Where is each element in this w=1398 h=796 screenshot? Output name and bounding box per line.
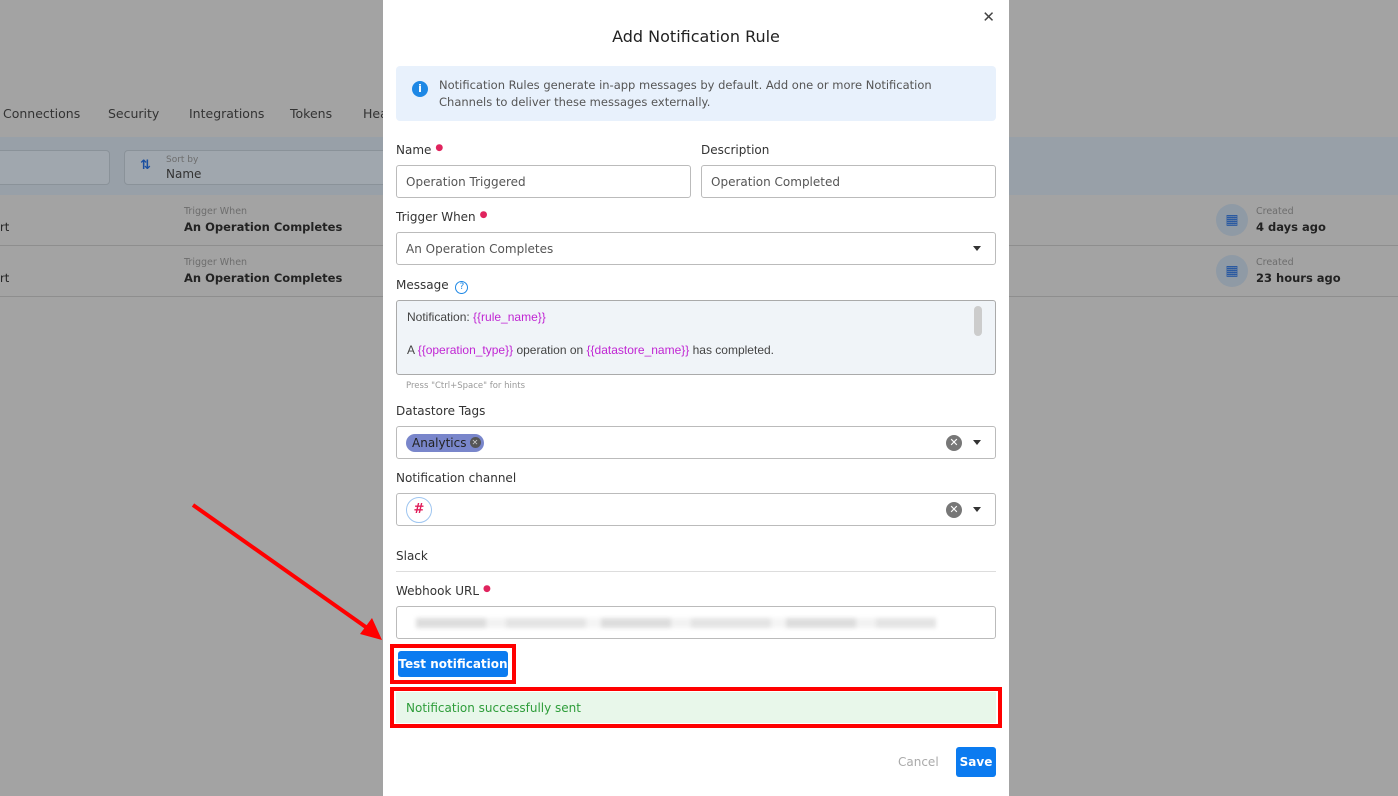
trigger-value: An Operation Completes <box>184 220 343 234</box>
created-value: 23 hours ago <box>1256 271 1341 285</box>
row-name: rt <box>0 271 10 285</box>
sort-az-icon: ⇅ <box>140 158 151 173</box>
calendar-icon: ▦ <box>1216 204 1248 236</box>
chevron-down-icon <box>973 507 981 512</box>
close-icon[interactable]: ✕ <box>982 8 995 26</box>
channel-select[interactable]: # ✕ <box>396 493 996 526</box>
scrollbar[interactable] <box>974 306 982 336</box>
name-label: Name ● <box>396 143 444 157</box>
created-label: Created <box>1256 206 1294 217</box>
tags-select[interactable]: Analytics ✕ ✕ <box>396 426 996 459</box>
tags-label: Datastore Tags <box>396 404 486 418</box>
name-input[interactable]: Operation Triggered <box>396 165 691 198</box>
info-text: Notification Rules generate in-app messa… <box>439 78 932 109</box>
tab-security[interactable]: Security <box>108 106 159 121</box>
message-editor[interactable]: Notification: {{rule_name}} A {{operatio… <box>396 300 996 375</box>
cancel-button[interactable]: Cancel <box>898 755 939 769</box>
trigger-value: An Operation Completes <box>184 271 343 285</box>
success-alert: Notification successfully sent <box>396 692 996 723</box>
slack-icon: # <box>406 496 432 523</box>
help-icon[interactable]: ? <box>455 281 469 294</box>
description-label: Description <box>701 143 770 157</box>
row-name: rt <box>0 220 10 234</box>
save-button[interactable]: Save <box>956 747 996 777</box>
trigger-label: Trigger When <box>184 257 248 268</box>
slack-heading: Slack <box>396 549 428 563</box>
sort-label: Sort by <box>166 155 199 165</box>
message-label: Message ? <box>396 278 469 294</box>
created-label: Created <box>1256 257 1294 268</box>
info-icon: i <box>412 81 428 97</box>
description-input[interactable]: Operation Completed <box>701 165 996 198</box>
dialog-title: Add Notification Rule <box>612 27 780 46</box>
trigger-label: Trigger When ● <box>396 210 488 224</box>
trigger-select[interactable]: An Operation Completes <box>396 232 996 265</box>
sort-select[interactable]: ⇅ Sort by Name <box>124 150 394 185</box>
webhook-label: Webhook URL ● <box>396 584 491 598</box>
clear-icon[interactable]: ✕ <box>946 435 962 451</box>
search-input[interactable] <box>0 150 110 185</box>
test-notification-button[interactable]: Test notification <box>398 651 508 677</box>
clear-icon[interactable]: ✕ <box>946 502 962 518</box>
sort-value: Name <box>166 167 202 181</box>
calendar-icon: ▦ <box>1216 255 1248 287</box>
hint-text: Press "Ctrl+Space" for hints <box>406 381 526 391</box>
tab-connections[interactable]: Connections <box>3 106 80 121</box>
chevron-down-icon <box>973 246 981 251</box>
blurred-url <box>416 617 936 628</box>
divider <box>396 571 996 572</box>
trigger-label: Trigger When <box>184 206 248 217</box>
tab-integrations[interactable]: Integrations <box>189 106 264 121</box>
channel-label: Notification channel <box>396 471 517 485</box>
info-banner: i Notification Rules generate in-app mes… <box>396 66 996 121</box>
created-value: 4 days ago <box>1256 220 1326 234</box>
webhook-input[interactable] <box>396 606 996 639</box>
remove-tag-icon[interactable]: ✕ <box>469 437 481 448</box>
chevron-down-icon <box>973 440 981 445</box>
tab-tokens[interactable]: Tokens <box>290 106 332 121</box>
add-notification-rule-dialog: ✕ Add Notification Rule i Notification R… <box>383 0 1009 796</box>
tag-chip: Analytics ✕ <box>406 433 484 452</box>
